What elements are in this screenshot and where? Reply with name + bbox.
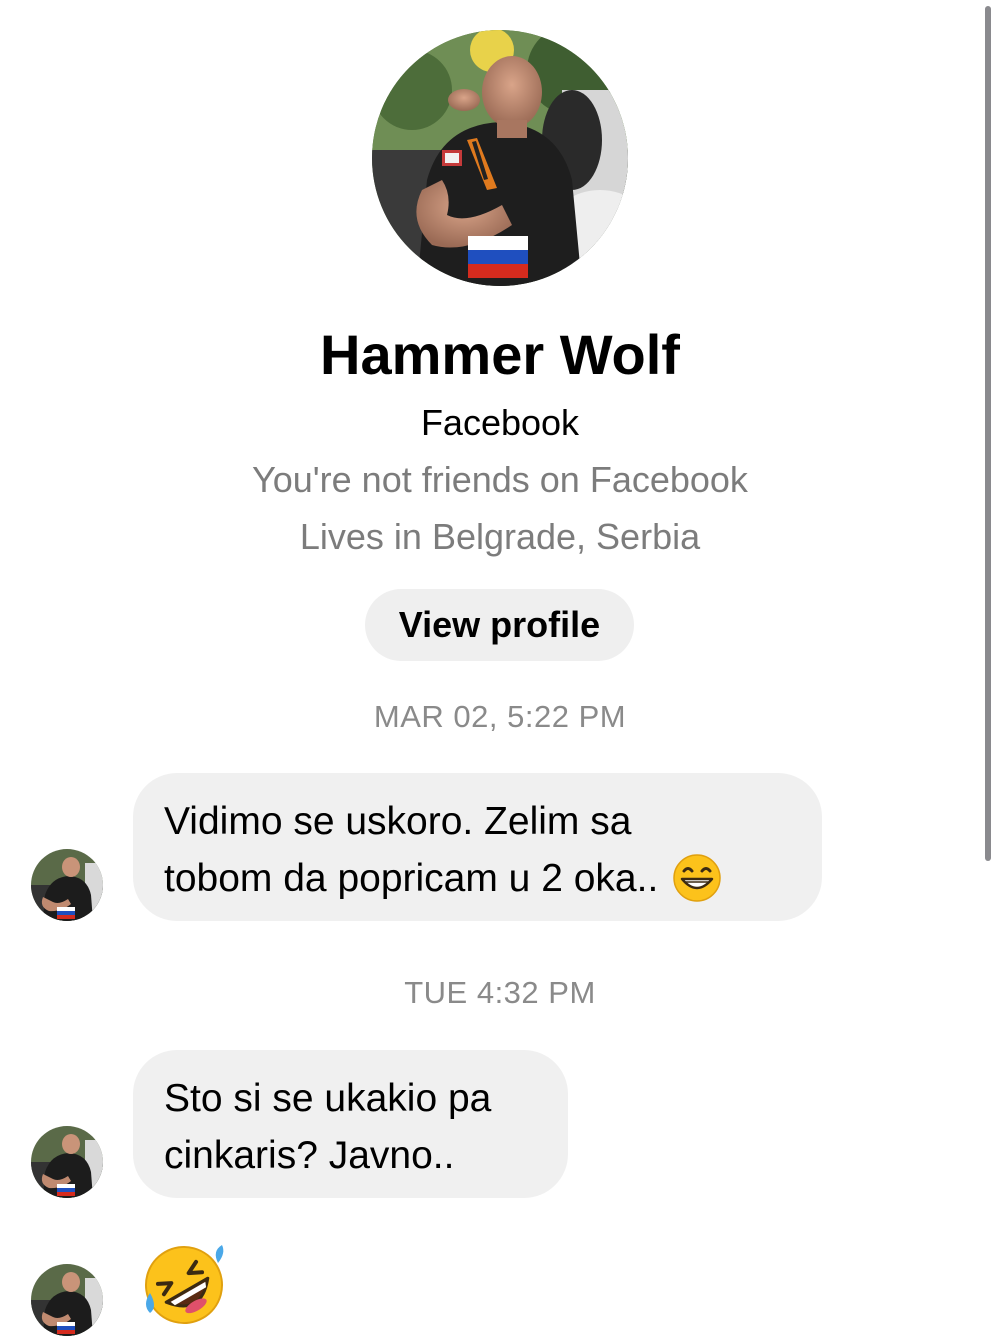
profile-source: Facebook xyxy=(420,402,580,443)
sender-avatar[interactable] xyxy=(31,1264,103,1336)
avatar-thumbnail-icon xyxy=(31,849,103,921)
avatar-photo-icon xyxy=(372,30,628,286)
sender-avatar[interactable] xyxy=(31,849,103,921)
rolling-on-floor-laughing-emoji-icon[interactable] xyxy=(140,1241,228,1329)
profile-avatar[interactable] xyxy=(372,30,628,286)
message-line: Sto si se ukakio pa xyxy=(164,1077,492,1120)
message-line: Vidimo se uskoro. Zelim sa xyxy=(164,800,632,843)
message-bubble[interactable]: Vidimo se uskoro. Zelim sa tobom da popr… xyxy=(133,773,822,921)
profile-location: Lives in Belgrade, Serbia xyxy=(299,516,701,557)
messenger-thread: Hammer Wolf Facebook You're not friends … xyxy=(0,0,1000,1344)
message-bubble[interactable]: Sto si se ukakio pa cinkaris? Javno.. xyxy=(133,1050,568,1198)
profile-name: Hammer Wolf xyxy=(320,323,680,386)
message-timestamp: TUE 4:32 PM xyxy=(404,975,596,1010)
sender-avatar[interactable] xyxy=(31,1126,103,1198)
friend-status: You're not friends on Facebook xyxy=(252,459,748,500)
avatar-thumbnail-icon xyxy=(31,1126,103,1198)
message-line: cinkaris? Javno.. xyxy=(164,1134,455,1177)
avatar-thumbnail-icon xyxy=(31,1264,103,1336)
grinning-face-emoji-icon xyxy=(672,853,722,903)
message-line: tobom da popricam u 2 oka.. xyxy=(164,850,792,907)
message-line-text: tobom da popricam u 2 oka.. xyxy=(164,857,659,900)
view-profile-button[interactable]: View profile xyxy=(365,589,634,661)
message-timestamp: MAR 02, 5:22 PM xyxy=(373,699,627,734)
